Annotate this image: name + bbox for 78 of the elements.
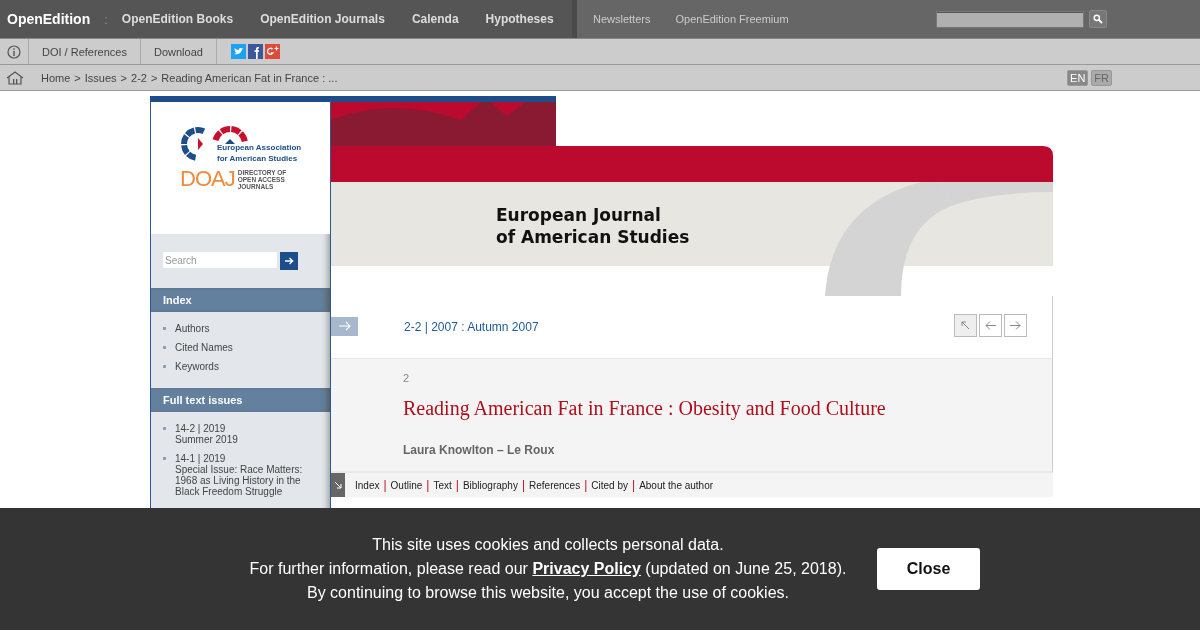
sidebar-link[interactable]: Summer 2019	[175, 434, 313, 445]
doaj-logo: DOAJ	[180, 166, 235, 192]
tab-separator: |	[426, 478, 430, 492]
logo-text: European Association	[217, 142, 302, 153]
right-arrow-icon	[1010, 320, 1021, 331]
article-author[interactable]: Laura Knowlton – Le Roux	[403, 443, 1052, 457]
bullet-icon	[163, 427, 166, 430]
facebook-icon[interactable]	[247, 44, 263, 59]
breadcrumb-separator: >	[150, 71, 158, 84]
search-button[interactable]	[280, 252, 298, 270]
bird-icon[interactable]	[230, 44, 246, 59]
breadcrumb-link[interactable]: 2-2	[131, 71, 147, 84]
journal-title: European Journal	[496, 204, 662, 226]
section-link[interactable]: Outline	[390, 479, 423, 491]
toolbar-link[interactable]: DOI / References	[29, 39, 141, 64]
cookie-text: By continuing to browse this website, you accept the use of cookies.	[305, 583, 790, 603]
tab-separator: |	[455, 478, 459, 492]
search-field[interactable]: Search	[163, 252, 277, 268]
toolbar-link[interactable]: Download	[141, 39, 217, 64]
nav-button[interactable]	[1004, 314, 1027, 337]
cookie-text: This site uses cookies and collects personal data.	[371, 535, 725, 555]
nav-link[interactable]: Newsletters	[593, 13, 651, 25]
nav-button[interactable]	[979, 314, 1002, 337]
toggle-button[interactable]	[331, 316, 358, 336]
nav-link[interactable]: OpenEdition Books	[121, 12, 234, 26]
search-icon	[1092, 14, 1103, 24]
bullet-icon	[163, 365, 166, 368]
logo-text: for American Studies	[217, 153, 299, 164]
sidebar-link[interactable]: 14-1 | 2019	[175, 453, 313, 464]
section-header: Index	[151, 288, 330, 312]
bullet-icon	[163, 346, 166, 349]
bullet-icon	[163, 327, 166, 330]
left-arrow-icon	[985, 320, 996, 331]
search-button[interactable]	[1088, 10, 1107, 28]
home-icon[interactable]	[6, 70, 24, 85]
close-button[interactable]: Close	[877, 548, 980, 590]
breadcrumb-link[interactable]: Home	[41, 71, 71, 84]
privacy-policy-link[interactable]: Privacy Policy	[532, 560, 641, 577]
breadcrumb-link[interactable]: Issues	[84, 71, 117, 84]
up-arrow-icon	[960, 320, 971, 331]
google-plus-icon[interactable]	[264, 44, 280, 59]
sidebar-link[interactable]: Keywords	[175, 361, 313, 372]
section-link[interactable]: Cited by	[591, 479, 628, 491]
language-button[interactable]: EN	[1067, 69, 1089, 86]
section-header: Full text issues	[151, 388, 330, 412]
tab-separator: |	[383, 478, 387, 492]
arrow-icon	[334, 481, 342, 489]
sidebar-link[interactable]: Special Issue: Race Matters: 1968 as Living History in the Black Freedom Struggle	[175, 464, 313, 497]
expand-button[interactable]	[331, 473, 345, 497]
tab-separator: |	[521, 478, 526, 492]
sidebar-link[interactable]: 14-2 | 2019	[175, 423, 313, 434]
article-number: 2	[403, 372, 411, 384]
tab-separator: |	[584, 478, 588, 492]
section-link[interactable]: Index	[355, 479, 380, 491]
info-icon[interactable]	[7, 44, 21, 59]
section-link[interactable]: About the author	[639, 479, 714, 491]
separator: :	[104, 11, 108, 27]
sidebar-link[interactable]: Authors	[175, 323, 313, 334]
arrow-icon	[284, 256, 294, 266]
bullet-icon	[163, 457, 166, 460]
cookie-text: For further information, please read our Privacy Policy (updated on June 25, 2018).	[248, 559, 848, 579]
search-field[interactable]	[935, 10, 1084, 28]
nav-link[interactable]: OpenEdition Freemium	[675, 13, 789, 25]
nav-link[interactable]: OpenEdition Journals	[260, 12, 385, 26]
journal-title: of American Studies	[496, 226, 691, 248]
nav-link[interactable]: Hypotheses	[485, 12, 554, 26]
breadcrumb-separator: >	[120, 71, 127, 84]
article-title: Reading American Fat in France : Obesity and Food Culture	[403, 397, 887, 420]
breadcrumb-separator: >	[74, 71, 81, 84]
tab-separator: |	[632, 478, 636, 492]
issue-link[interactable]: 2-2 | 2007 : Autumn 2007	[404, 320, 539, 334]
section-link[interactable]: Bibliography	[462, 479, 518, 491]
sidebar-link[interactable]: Cited Names	[175, 342, 313, 353]
nav-link[interactable]: Calenda	[411, 12, 459, 26]
section-link[interactable]: Text	[433, 479, 452, 491]
section-link[interactable]: References	[529, 479, 581, 491]
arrow-icon	[338, 321, 351, 331]
brand-link[interactable]: OpenEdition	[7, 11, 91, 27]
